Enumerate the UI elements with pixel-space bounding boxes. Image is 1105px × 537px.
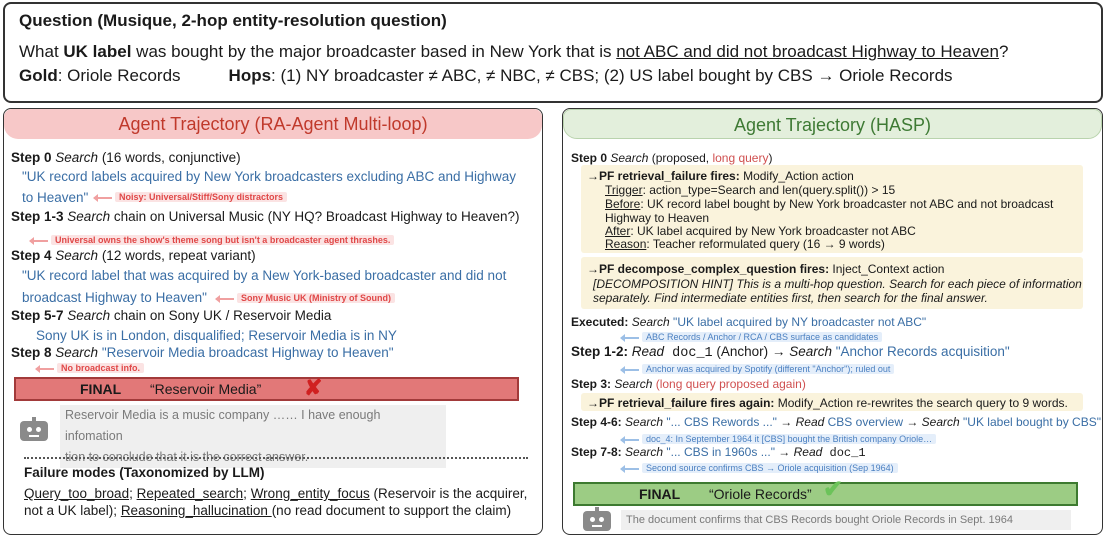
left-step-8: Step 8 Search "Reservoir Media broadcast…: [11, 345, 394, 360]
arrow-left-icon: [620, 464, 639, 473]
left-final-answer: FINAL “Reservoir Media” ✘: [14, 375, 519, 401]
pf1-reason: Reason: Teacher reformulated query (16 →…: [605, 237, 885, 251]
right-executed: Executed: Search "UK label acquired by N…: [571, 315, 927, 329]
divider: [24, 457, 528, 459]
left-step-5-7: Step 5-7 Search chain on Sony UK / Reser…: [11, 308, 332, 323]
arrow-left-icon: [29, 236, 48, 245]
arrow-left-icon: [620, 333, 639, 342]
arrow-left-icon: [35, 364, 54, 373]
pf3-title: →PF retrieval_failure fires again: Modif…: [587, 396, 1068, 410]
failure-modes-line-2: not a UK label); Reasoning_hallucination…: [24, 503, 512, 518]
question-title: Question (Musique, 2-hop entity-resoluti…: [19, 11, 447, 30]
left-step-4-note: Sony Music UK (Ministry of Sound): [215, 292, 395, 304]
right-step-7-8-note: Second source confirms CBS → Oriole acqu…: [620, 462, 898, 474]
left-step-0-note: Noisy: Universal/Stiff/Sony distractors: [93, 191, 288, 203]
failure-modes-line-1: Query_too_broad; Repeated_search; Wrong_…: [24, 486, 528, 501]
right-trajectory-panel: Agent Trajectory (HASP) Step 0 Search (p…: [562, 108, 1103, 535]
left-step-0-query-2: to Heaven": [22, 190, 89, 205]
pf2-hint-2: separately. Find intermediate entities f…: [593, 291, 988, 305]
left-step-4: Step 4 Search (12 words, repeat variant): [11, 248, 256, 263]
left-step-5-7-sub: Sony UK is in London, disqualified; Rese…: [36, 328, 397, 343]
right-step-1-2: Step 1-2: Read doc_1 (Anchor) → Search "…: [571, 344, 1010, 361]
left-step-0: Step 0 Search (16 words, conjunctive): [11, 150, 241, 165]
failure-modes-title: Failure modes (Taxonomized by LLM): [24, 465, 265, 480]
arrow-left-icon: [215, 294, 234, 303]
left-step-8-note: No broadcast info.: [35, 362, 145, 374]
question-gold-hops: Gold: Oriole Records Hops: (1) NY broadca…: [19, 66, 953, 85]
left-step-4-query-2: broadcast Highway to Heaven": [22, 290, 207, 305]
right-step-3: Step 3: Search (long query proposed agai…: [571, 377, 806, 391]
cross-mark-icon: ✘: [304, 375, 323, 400]
right-step-4-6: Step 4-6: Search "... CBS Rewords ..." →…: [571, 415, 1101, 429]
robot-icon: [20, 417, 48, 441]
left-panel-title: Agent Trajectory (RA-Agent Multi-loop): [4, 109, 542, 139]
question-text: What UK label was bought by the major br…: [19, 42, 1009, 61]
right-executed-note: ABC Records / Anchor / RCA / CBS surface…: [620, 331, 883, 343]
arrow-left-icon: [620, 435, 639, 444]
left-step-1-3: Step 1-3 Search chain on Universal Music…: [11, 209, 520, 224]
robot-icon: [583, 507, 611, 531]
left-trajectory-panel: Agent Trajectory (RA-Agent Multi-loop) S…: [3, 108, 543, 535]
left-step-4-query-1: "UK record label that was acquired by a …: [22, 268, 507, 283]
left-step-0-query-1: "UK record labels acquired by New York b…: [22, 169, 517, 184]
arrow-left-icon: [620, 365, 639, 374]
right-reasoning: The document confirms that CBS Records b…: [621, 510, 1071, 530]
left-step-1-3-note: Universal owns the show's theme song but…: [29, 234, 395, 246]
right-final-answer: FINAL “Oriole Records” ✔: [573, 478, 1078, 506]
arrow-left-icon: [93, 193, 112, 202]
question-box: Question (Musique, 2-hop entity-resoluti…: [3, 2, 1103, 103]
right-step-1-2-note: Anchor was acquired by Spotify (differen…: [620, 363, 895, 375]
checkmark-icon: ✔: [823, 476, 844, 503]
right-step-7-8: Step 7-8: Search "... CBS in 1960s ..." …: [571, 445, 866, 460]
right-panel-title: Agent Trajectory (HASP): [563, 109, 1102, 139]
